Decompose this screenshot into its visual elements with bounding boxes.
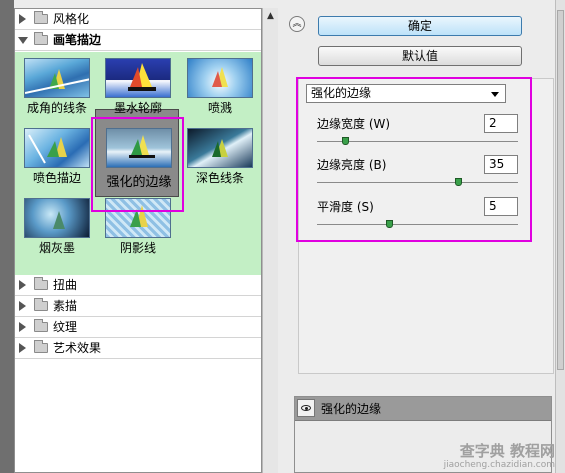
default-button[interactable]: 默认值 [318,46,522,66]
category-label: 纹理 [53,320,78,334]
chevron-up-icon[interactable]: ︽ [289,16,305,32]
category-label: 风格化 [53,12,90,26]
watermark: 查字典 教程网 jiaocheng.chazidian.com [444,442,555,471]
filter-label: 烟灰墨 [38,241,75,255]
folder-icon [34,298,48,311]
eye-icon[interactable] [297,399,315,417]
filter-tree: 风格化 画笔描边 成角的线条 墨水轮廓 喷溅 喷色描边 强化的边缘 深色线条 烟… [14,8,262,473]
folder-icon [34,11,48,24]
watermark-url: jiaocheng.chazidian.com [443,460,555,470]
filter-label: 阴影线 [119,241,156,255]
scroll-up-arrow-icon[interactable]: ▲ [264,10,277,23]
expand-triangle-icon[interactable] [19,322,26,332]
effect-layer-label: 强化的边缘 [321,402,382,416]
category-artistic[interactable]: 艺术效果 [15,338,261,359]
category-label: 艺术效果 [53,341,102,355]
sprayed-strokes-thumbnail-icon[interactable] [24,128,90,168]
dark-strokes-thumbnail-icon[interactable] [187,128,253,168]
ok-button[interactable]: 确定 [318,16,522,36]
spatter-thumbnail-icon[interactable] [187,58,253,98]
category-distort[interactable]: 扭曲 [15,275,261,296]
category-label: 素描 [53,299,78,313]
filter-label: 成角的线条 [26,101,87,115]
folder-icon [34,277,48,290]
folder-open-icon [34,32,48,45]
selected-filter-annotation-box [91,117,184,212]
filter-label: 喷色描边 [32,171,81,185]
window-scrollbar-thumb[interactable] [557,10,564,370]
effect-layer-row[interactable]: 强化的边缘 [295,397,551,421]
options-annotation-box [296,77,532,242]
collapse-triangle-icon[interactable] [18,37,28,44]
folder-icon [34,340,48,353]
expand-triangle-icon[interactable] [19,301,26,311]
ink-outlines-thumbnail-icon[interactable] [105,58,171,98]
expand-triangle-icon[interactable] [19,14,26,24]
category-label: 扭曲 [53,278,78,292]
watermark-title: 查字典 教程网 [459,442,555,460]
folder-icon [34,319,48,332]
category-sketch[interactable]: 素描 [15,296,261,317]
left-edge-strip [0,0,14,473]
expand-triangle-icon[interactable] [19,343,26,353]
filter-tree-scrollbar[interactable]: ▲ [262,8,278,473]
expand-triangle-icon[interactable] [19,280,26,290]
filter-label: 墨水轮廓 [113,101,162,115]
filter-label: 深色线条 [195,171,244,185]
category-brush-strokes[interactable]: 画笔描边 [15,30,261,51]
sumi-e-thumbnail-icon[interactable] [24,198,90,238]
angled-strokes-thumbnail-icon[interactable] [24,58,90,98]
window-scrollbar[interactable] [555,0,565,473]
category-label: 画笔描边 [53,33,102,47]
filter-label: 喷溅 [207,101,232,115]
category-stylize[interactable]: 风格化 [15,9,261,30]
brush-strokes-thumbnails: 成角的线条 墨水轮廓 喷溅 喷色描边 强化的边缘 深色线条 烟灰墨 阴影线 [15,52,261,275]
category-texture[interactable]: 纹理 [15,317,261,338]
